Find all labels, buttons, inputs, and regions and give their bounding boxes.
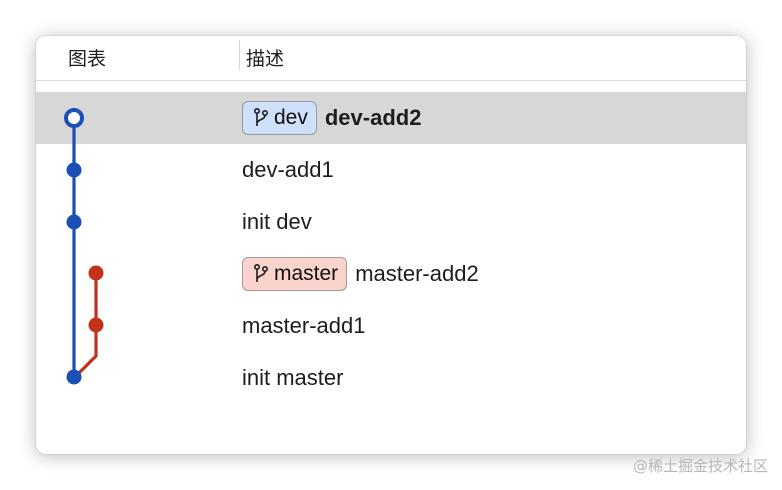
screenshot-canvas: 图表 描述 dev dev-add2 dev-add1 init dev mas…	[0, 0, 782, 490]
branch-tag-dev[interactable]: dev	[242, 101, 317, 135]
commit-row[interactable]: master-add1	[36, 300, 746, 352]
commit-row[interactable]: dev dev-add2	[36, 92, 746, 144]
git-branch-icon	[252, 263, 270, 285]
commit-row[interactable]: init master	[36, 352, 746, 404]
table-header: 图表 描述	[36, 36, 746, 81]
commit-message: dev-add1	[242, 157, 334, 182]
git-history-window: 图表 描述 dev dev-add2 dev-add1 init dev mas…	[36, 36, 746, 454]
commit-list: dev dev-add2 dev-add1 init dev master ma…	[36, 92, 746, 404]
commit-message: master-add2	[355, 261, 479, 286]
branch-tag-label: master	[274, 262, 339, 285]
branch-tag-master[interactable]: master	[242, 257, 348, 291]
commit-row[interactable]: master master-add2	[36, 248, 746, 300]
branch-tag-label: dev	[274, 106, 308, 129]
column-divider[interactable]	[239, 40, 240, 70]
commit-row[interactable]: init dev	[36, 196, 746, 248]
graph-column-header[interactable]: 图表	[68, 44, 106, 71]
description-column-header[interactable]: 描述	[246, 44, 284, 71]
commit-message: init master	[242, 365, 344, 390]
commit-message: init dev	[242, 209, 312, 234]
commit-message: master-add1	[242, 313, 366, 338]
commit-message: dev-add2	[324, 105, 422, 130]
git-branch-icon	[252, 107, 270, 129]
watermark: @稀土掘金技术社区	[632, 457, 768, 475]
commit-row[interactable]: dev-add1	[36, 144, 746, 196]
